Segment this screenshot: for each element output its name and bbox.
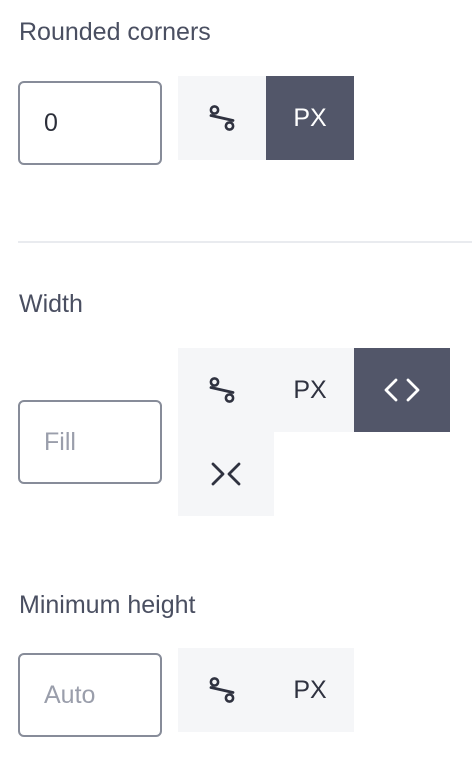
percent-icon xyxy=(206,674,238,706)
minimum-height-percent-button[interactable] xyxy=(178,648,266,732)
width-unit-group: PX xyxy=(178,348,450,516)
rounded-corners-px-button[interactable]: PX xyxy=(266,76,354,160)
minimum-height-unit-group: PX xyxy=(178,648,450,732)
rounded-corners-input[interactable] xyxy=(18,81,162,165)
minimum-height-label: Minimum height xyxy=(19,591,196,619)
rounded-corners-unit-group: PX xyxy=(178,76,450,160)
width-fit-button[interactable] xyxy=(178,432,274,516)
minimum-height-px-button[interactable]: PX xyxy=(266,648,354,732)
width-input[interactable] xyxy=(18,400,162,484)
percent-icon xyxy=(206,374,238,406)
section-divider xyxy=(18,241,472,243)
width-percent-button[interactable] xyxy=(178,348,266,432)
expand-arrows-icon xyxy=(382,374,422,406)
shrink-arrows-icon xyxy=(206,458,246,490)
width-label: Width xyxy=(19,290,83,318)
width-px-button[interactable]: PX xyxy=(266,348,354,432)
percent-icon xyxy=(206,102,238,134)
rounded-corners-label: Rounded corners xyxy=(19,18,211,46)
minimum-height-input[interactable] xyxy=(18,653,162,737)
rounded-corners-percent-button[interactable] xyxy=(178,76,266,160)
width-fill-button[interactable] xyxy=(354,348,450,432)
